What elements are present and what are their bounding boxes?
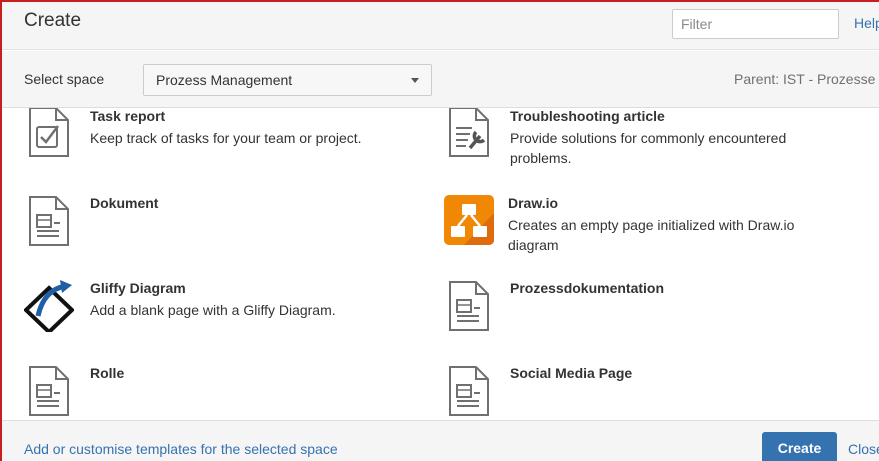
filter-input[interactable]	[672, 9, 839, 39]
select-space-label: Select space	[24, 71, 105, 87]
template-item-rolle[interactable]: Rolle	[26, 365, 426, 420]
template-item-drawio[interactable]: Draw.io Creates an empty page initialize…	[444, 195, 844, 275]
template-title: Rolle	[90, 365, 125, 381]
dialog-title: Create	[24, 10, 82, 31]
customise-templates-link[interactable]: Add or customise templates for the selec…	[24, 441, 338, 457]
close-link[interactable]: Close	[848, 441, 879, 457]
template-title: Prozessdokumentation	[510, 280, 665, 296]
template-title: Dokument	[90, 195, 159, 211]
create-dialog: Create Help Select space Prozess Managem…	[0, 0, 879, 461]
template-title: Social Media Page	[510, 365, 633, 381]
template-item-troubleshooting-article[interactable]: Troubleshooting article Provide solution…	[446, 108, 846, 188]
document-icon	[29, 196, 69, 246]
parent-page-label: Parent: IST - Prozesse	[734, 71, 876, 87]
task-report-icon	[29, 108, 69, 157]
document-icon	[29, 366, 69, 416]
template-item-prozessdokumentation[interactable]: Prozessdokumentation	[446, 280, 846, 360]
drawio-icon	[444, 195, 494, 245]
template-list: Task report Keep track of tasks for your…	[2, 108, 879, 420]
template-description: Keep track of tasks for your team or pro…	[90, 130, 362, 146]
template-title: Gliffy Diagram	[90, 280, 186, 296]
template-item-dokument[interactable]: Dokument	[26, 195, 426, 275]
template-title: Troubleshooting article	[510, 108, 665, 124]
space-selector-bar: Select space Prozess Management Parent: …	[2, 51, 879, 108]
template-title: Task report	[90, 108, 166, 124]
dialog-footer: Add or customise templates for the selec…	[2, 420, 879, 461]
template-description: Add a blank page with a Gliffy Diagram.	[90, 302, 336, 318]
template-description: Provide solutions for commonly encounter…	[510, 130, 787, 166]
selected-space-value: Prozess Management	[156, 72, 293, 88]
troubleshooting-icon	[449, 108, 489, 157]
template-description: Creates an empty page initialized with D…	[508, 217, 795, 253]
template-item-gliffy-diagram[interactable]: Gliffy Diagram Add a blank page with a G…	[24, 280, 424, 360]
dialog-header: Create Help	[2, 2, 879, 50]
document-icon	[449, 281, 489, 331]
template-title: Draw.io	[508, 195, 559, 211]
chevron-down-icon	[411, 78, 419, 83]
help-link[interactable]: Help	[854, 15, 879, 31]
space-select[interactable]: Prozess Management	[143, 64, 432, 96]
document-icon	[449, 366, 489, 416]
gliffy-icon	[24, 280, 74, 332]
create-button[interactable]: Create	[762, 432, 837, 461]
template-item-social-media-page[interactable]: Social Media Page	[446, 365, 846, 420]
template-item-task-report[interactable]: Task report Keep track of tasks for your…	[26, 108, 426, 188]
